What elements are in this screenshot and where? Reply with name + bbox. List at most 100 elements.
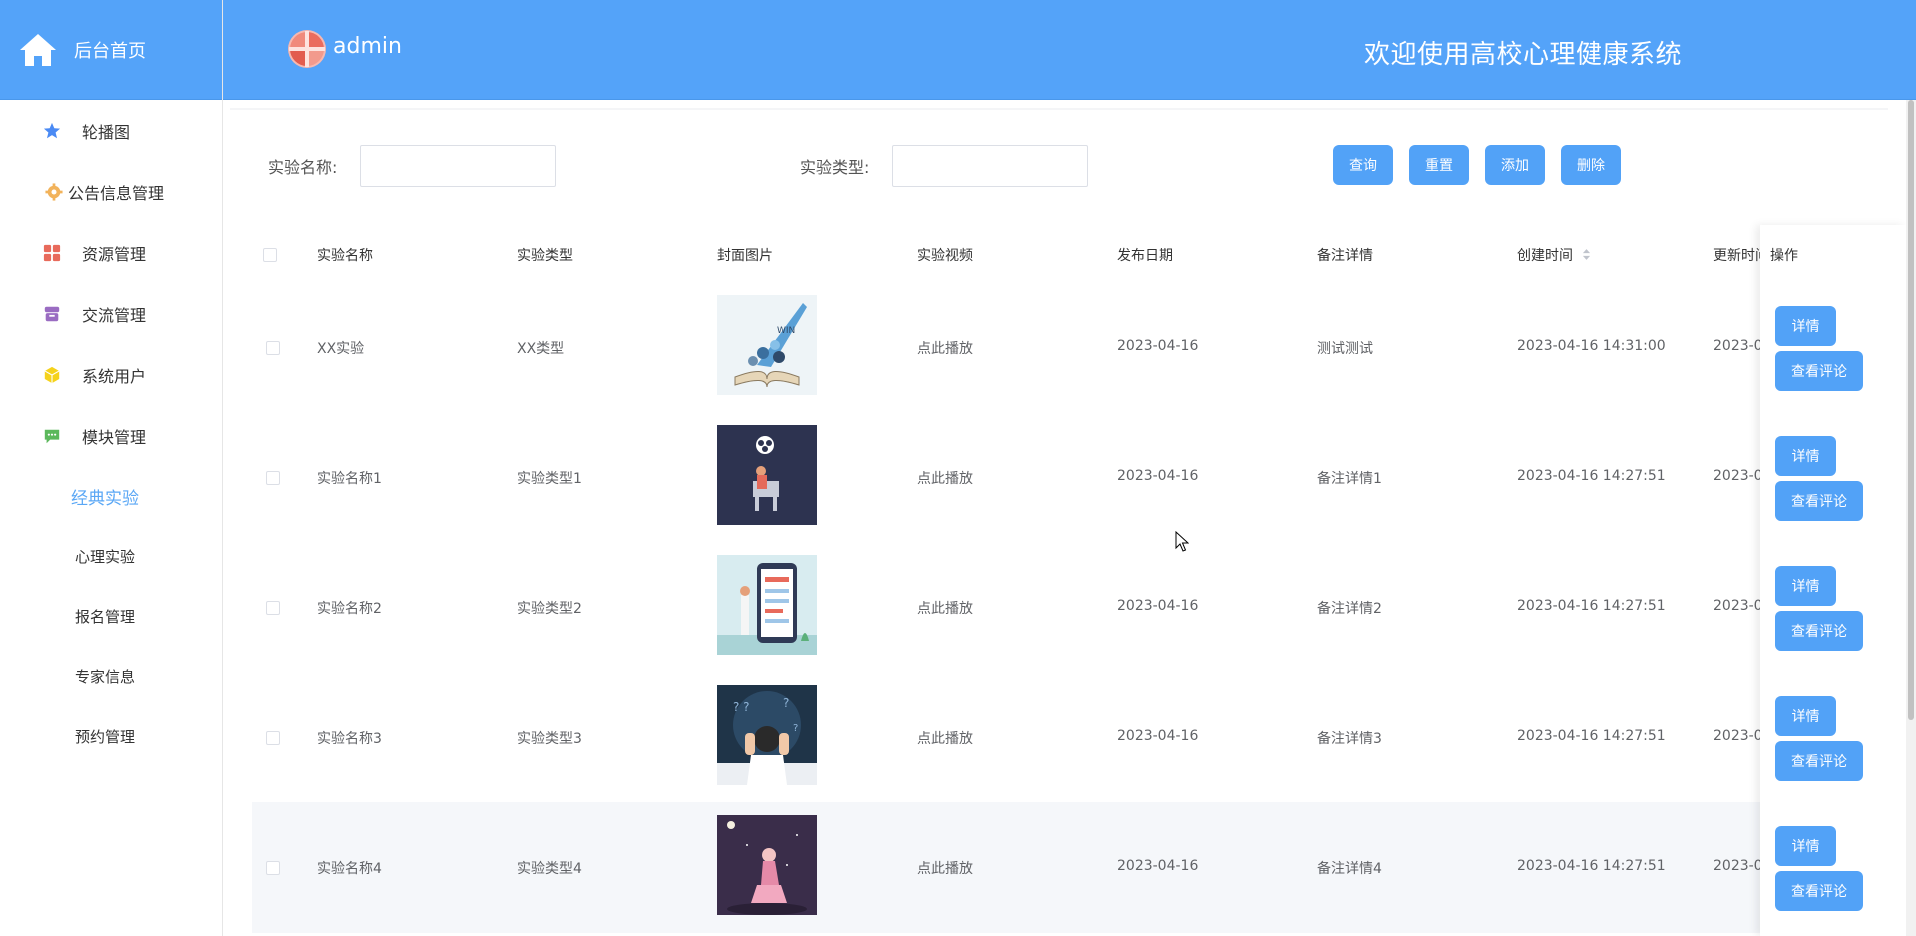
username[interactable]: admin [333, 34, 402, 59]
cell-created: 2023-04-16 14:27:51 [1517, 598, 1666, 614]
select-all-checkbox[interactable] [263, 248, 277, 262]
sidebar-sub-classic-experiments[interactable]: 经典实验 [0, 466, 222, 526]
cell-updated: 2023-0 [1713, 858, 1760, 874]
cell-date: 2023-04-16 [1117, 338, 1199, 354]
cell-updated: 2023-0 [1713, 338, 1760, 354]
cell-type: 实验类型1 [517, 471, 582, 487]
col-header-cover: 封面图片 [717, 248, 773, 264]
cell-name: 实验名称4 [317, 861, 382, 877]
sidebar-item-label: 交流管理 [82, 305, 147, 325]
detail-button[interactable]: 详情 [1775, 566, 1836, 606]
divider [230, 108, 1888, 110]
filter-type-input[interactable] [892, 145, 1088, 187]
sidebar-sub-appointments[interactable]: 预约管理 [0, 706, 222, 766]
col-header-video: 实验视频 [917, 248, 973, 264]
view-comments-button[interactable]: 查看评论 [1775, 871, 1863, 911]
cell-remark: 测试测试 [1317, 341, 1373, 357]
cell-updated: 2023-0 [1713, 468, 1760, 484]
cell-video-play-link[interactable]: 点此播放 [917, 338, 973, 358]
view-comments-button[interactable]: 查看评论 [1775, 481, 1863, 521]
page-title: 欢迎使用高校心理健康系统 [1364, 40, 1683, 70]
detail-button[interactable]: 详情 [1775, 826, 1836, 866]
sidebar-item-carousel[interactable]: 轮播图 [0, 100, 222, 161]
col-header-created[interactable]: 创建时间 [1517, 245, 1591, 265]
view-comments-button[interactable]: 查看评论 [1775, 611, 1863, 651]
cover-image[interactable]: ? ? ? ? [717, 685, 817, 785]
cover-image[interactable] [717, 555, 817, 655]
reset-button[interactable]: 重置 [1409, 145, 1469, 185]
sidebar-sub-registrations[interactable]: 报名管理 [0, 586, 222, 646]
sidebar-item-modules[interactable]: 模块管理 [0, 405, 222, 466]
sidebar-item-resources[interactable]: 资源管理 [0, 222, 222, 283]
detail-button[interactable]: 详情 [1775, 696, 1836, 736]
cell-video-play-link[interactable]: 点此播放 [917, 598, 973, 618]
cell-type: XX类型 [517, 341, 565, 357]
cell-created: 2023-04-16 14:27:51 [1517, 728, 1666, 744]
sidebar-item-notices[interactable]: 公告信息管理 [0, 161, 222, 222]
sort-icon[interactable] [1582, 248, 1591, 261]
main-content: 实验名称: 实验类型: 查询 重置 添加 删除 实验名称 实验类型 封面图片 实… [223, 100, 1916, 936]
sidebar-item-label: 资源管理 [82, 244, 147, 264]
cover-image[interactable] [717, 425, 817, 525]
cube-icon [42, 365, 62, 385]
col-header-created-label: 创建时间 [1517, 248, 1573, 264]
cell-video-play-link[interactable]: 点此播放 [917, 728, 973, 748]
cell-name: 实验名称3 [317, 731, 382, 747]
cell-created: 2023-04-16 14:27:51 [1517, 468, 1666, 484]
cell-created: 2023-04-16 14:31:00 [1517, 338, 1666, 354]
filter-name-input[interactable] [360, 145, 556, 187]
sidebar-item-exchange[interactable]: 交流管理 [0, 283, 222, 344]
cell-remark: 备注详情2 [1317, 601, 1382, 617]
cell-video-play-link[interactable]: 点此播放 [917, 858, 973, 878]
row-checkbox[interactable] [266, 731, 280, 745]
sidebar-home[interactable]: 后台首页 [0, 0, 222, 100]
row-checkbox[interactable] [266, 341, 280, 355]
cover-image[interactable] [717, 815, 817, 915]
cell-remark: 备注详情3 [1317, 731, 1382, 747]
operations-column: 操作 详情 查看评论 详情 查看评论 详情 查看评论 详情 查看评论 详情 查看… [1760, 225, 1906, 936]
sidebar-sub-psych-experiments[interactable]: 心理实验 [0, 526, 222, 586]
cell-type: 实验类型3 [517, 731, 582, 747]
add-button[interactable]: 添加 [1485, 145, 1545, 185]
cell-updated: 2023-0 [1713, 598, 1760, 614]
cover-image[interactable]: WIN [717, 295, 817, 395]
cell-updated: 2023-0 [1713, 728, 1760, 744]
grid-icon [42, 243, 62, 263]
cell-remark: 备注详情1 [1317, 471, 1382, 487]
archive-icon [42, 304, 62, 324]
sidebar-item-label: 系统用户 [82, 366, 147, 386]
vertical-scrollbar[interactable] [1906, 100, 1916, 936]
row-checkbox[interactable] [266, 601, 280, 615]
scrollbar-thumb[interactable] [1908, 100, 1914, 720]
star-icon [42, 121, 62, 141]
updated-column-clip: 2023-0 2023-0 2023-0 2023-0 2023-0 [1713, 280, 1760, 936]
query-button[interactable]: 查询 [1333, 145, 1393, 185]
cell-date: 2023-04-16 [1117, 468, 1199, 484]
view-comments-button[interactable]: 查看评论 [1775, 351, 1863, 391]
cell-date: 2023-04-16 [1117, 728, 1199, 744]
cell-date: 2023-04-16 [1117, 858, 1199, 874]
cell-created: 2023-04-16 14:27:51 [1517, 858, 1666, 874]
view-comments-button[interactable]: 查看评论 [1775, 741, 1863, 781]
cell-video-play-link[interactable]: 点此播放 [917, 468, 973, 488]
filter-name-label: 实验名称: [268, 158, 338, 177]
col-header-name: 实验名称 [317, 248, 373, 264]
svg-text:?: ? [783, 696, 789, 710]
delete-button[interactable]: 删除 [1561, 145, 1621, 185]
sidebar-item-label: 模块管理 [82, 427, 147, 447]
svg-text:WIN: WIN [777, 326, 795, 336]
cell-name: 实验名称2 [317, 601, 382, 617]
col-header-updated-clip: 更新时间 [1713, 243, 1760, 267]
sidebar-sub-experts[interactable]: 专家信息 [0, 646, 222, 706]
detail-button[interactable]: 详情 [1775, 306, 1836, 346]
row-checkbox[interactable] [266, 471, 280, 485]
sidebar-item-users[interactable]: 系统用户 [0, 344, 222, 405]
cell-type: 实验类型2 [517, 601, 582, 617]
detail-button[interactable]: 详情 [1775, 436, 1836, 476]
cell-type: 实验类型4 [517, 861, 582, 877]
sidebar: 后台首页 轮播图 公告信息管理 资源管理 交流管理 系统用户 模块管理 经典实验… [0, 0, 223, 936]
row-checkbox[interactable] [266, 861, 280, 875]
col-header-type: 实验类型 [517, 248, 573, 264]
avatar[interactable] [287, 29, 327, 69]
sidebar-home-label: 后台首页 [74, 40, 146, 62]
